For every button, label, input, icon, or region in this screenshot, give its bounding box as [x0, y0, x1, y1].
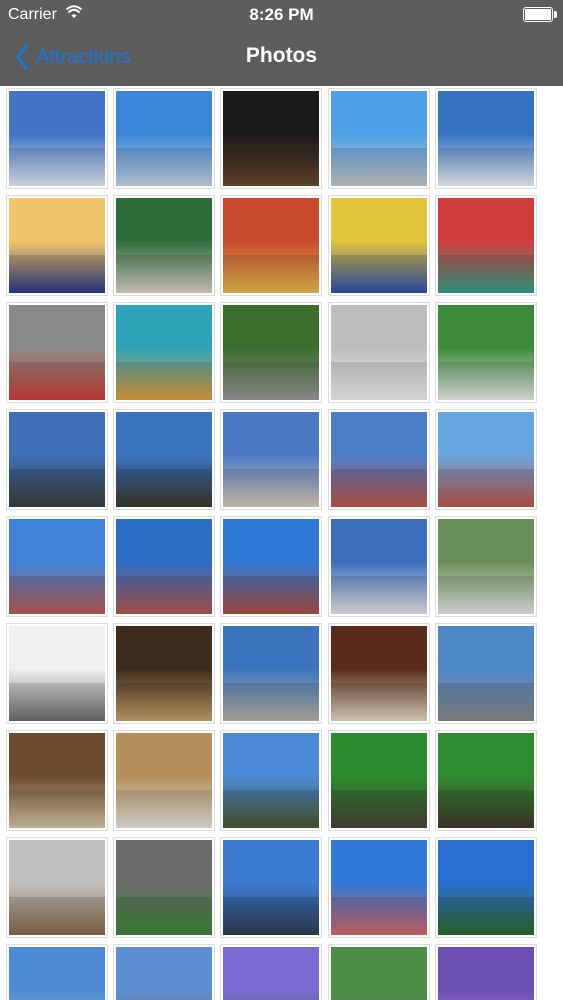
photo-thumbnail-obelisk-sunset[interactable] — [6, 195, 108, 296]
photo-thumbnail-pink-house-statue[interactable] — [435, 409, 537, 510]
photo-thumbnail-pink-house[interactable] — [328, 409, 430, 510]
photo-thumbnail-market-square[interactable] — [6, 302, 108, 403]
photo-image — [438, 412, 534, 507]
photo-image — [331, 840, 427, 935]
photo-image — [438, 305, 534, 400]
photo-thumbnail-night-street[interactable] — [220, 88, 322, 189]
photo-thumbnail-crowd-trees[interactable] — [328, 944, 430, 1000]
photo-image — [438, 947, 534, 1000]
photo-image — [438, 840, 534, 935]
photo-image — [116, 733, 212, 828]
photo-image — [9, 198, 105, 293]
photo-thumbnail-motorbike-street[interactable] — [220, 302, 322, 403]
photo-image — [331, 733, 427, 828]
photo-image — [331, 519, 427, 614]
photo-image — [9, 305, 105, 400]
photo-image — [223, 91, 319, 186]
photo-thumbnail-statue-silhouette[interactable] — [220, 837, 322, 938]
photo-image — [438, 91, 534, 186]
photo-thumbnail-cathedral-facade[interactable] — [220, 623, 322, 724]
photo-image — [438, 733, 534, 828]
photo-image — [223, 733, 319, 828]
photo-image — [438, 519, 534, 614]
photo-thumbnail-obelisk-sky[interactable] — [435, 88, 537, 189]
photo-image — [9, 733, 105, 828]
photo-thumbnail-obelisk-street[interactable] — [113, 88, 215, 189]
photo-image — [116, 840, 212, 935]
photo-image — [331, 91, 427, 186]
photo-thumbnail-church-interior[interactable] — [113, 623, 215, 724]
photo-image — [116, 198, 212, 293]
photo-thumbnail-statue-arm-2[interactable] — [113, 409, 215, 510]
photo-image — [223, 198, 319, 293]
photo-thumbnail-church-dome-interior[interactable] — [6, 730, 108, 831]
status-bar: Carrier 8:26 PM — [0, 0, 563, 30]
top-bar: Carrier 8:26 PM Attractions Photos — [0, 0, 563, 86]
photo-thumbnail-statue-arm-1[interactable] — [6, 409, 108, 510]
photo-thumbnail-colorful-buildings[interactable] — [328, 195, 430, 296]
photo-thumbnail-plaza-de-mayo[interactable] — [6, 516, 108, 617]
photo-thumbnail-equestrian-statue[interactable] — [220, 516, 322, 617]
photo-image — [331, 626, 427, 721]
photo-image — [438, 626, 534, 721]
photo-thumbnail-flower-crowd[interactable] — [435, 944, 537, 1000]
photo-image — [223, 519, 319, 614]
photo-thumbnail-columns[interactable] — [6, 623, 108, 724]
photo-image — [223, 412, 319, 507]
photo-image — [223, 947, 319, 1000]
status-time: 8:26 PM — [249, 5, 314, 24]
photo-image — [116, 305, 212, 400]
photo-image — [223, 840, 319, 935]
photo-thumbnail-white-church[interactable] — [328, 516, 430, 617]
photo-thumbnail-la-boca-colors[interactable] — [435, 195, 537, 296]
photo-thumbnail-cathedral-crowd[interactable] — [435, 623, 537, 724]
photo-image — [116, 519, 212, 614]
photo-thumbnail-bell-tower[interactable] — [113, 730, 215, 831]
photo-thumbnail-palace-front[interactable] — [220, 409, 322, 510]
photo-image — [9, 412, 105, 507]
photo-thumbnail-palm-plaza[interactable] — [435, 837, 537, 938]
photo-image — [9, 626, 105, 721]
photo-thumbnail-obelisk-buildings[interactable] — [328, 88, 430, 189]
battery-icon — [523, 7, 557, 22]
photo-image — [223, 626, 319, 721]
photo-image — [116, 947, 212, 1000]
photo-thumbnail-market-umbrellas[interactable] — [113, 195, 215, 296]
photo-image — [331, 947, 427, 1000]
photo-thumbnail-garden-entrance[interactable] — [113, 837, 215, 938]
photo-thumbnail-jacaranda[interactable] — [220, 944, 322, 1000]
photo-thumbnail-shoreline[interactable] — [6, 837, 108, 938]
photo-grid[interactable] — [0, 86, 563, 1000]
photo-thumbnail-statue-buildings[interactable] — [113, 944, 215, 1000]
photo-thumbnail-cathedral-trees[interactable] — [435, 516, 537, 617]
photo-image — [331, 412, 427, 507]
photo-image — [223, 305, 319, 400]
photo-image — [116, 412, 212, 507]
photo-thumbnail-obelisk-flag[interactable] — [6, 88, 108, 189]
photo-image — [438, 198, 534, 293]
photo-thumbnail-dome-interior[interactable] — [328, 623, 430, 724]
photo-thumbnail-casa-rosada[interactable] — [328, 837, 430, 938]
photo-image — [9, 519, 105, 614]
page-title: Photos — [245, 44, 318, 67]
photo-image — [331, 305, 427, 400]
photo-thumbnail-grassland[interactable] — [220, 730, 322, 831]
photo-image — [9, 947, 105, 1000]
photo-image — [9, 91, 105, 186]
photo-image — [331, 198, 427, 293]
photo-thumbnail-fountain[interactable] — [113, 516, 215, 617]
photo-thumbnail-colorful-houses[interactable] — [113, 302, 215, 403]
photo-thumbnail-building-street[interactable] — [328, 302, 430, 403]
photo-image — [9, 840, 105, 935]
photo-thumbnail-capybara-2[interactable] — [435, 730, 537, 831]
photo-image — [116, 91, 212, 186]
photo-image — [116, 626, 212, 721]
photo-thumbnail-caminito-houses[interactable] — [220, 195, 322, 296]
photo-thumbnail-building-row[interactable] — [6, 944, 108, 1000]
photo-thumbnail-capybara-1[interactable] — [328, 730, 430, 831]
photo-thumbnail-park-trees[interactable] — [435, 302, 537, 403]
